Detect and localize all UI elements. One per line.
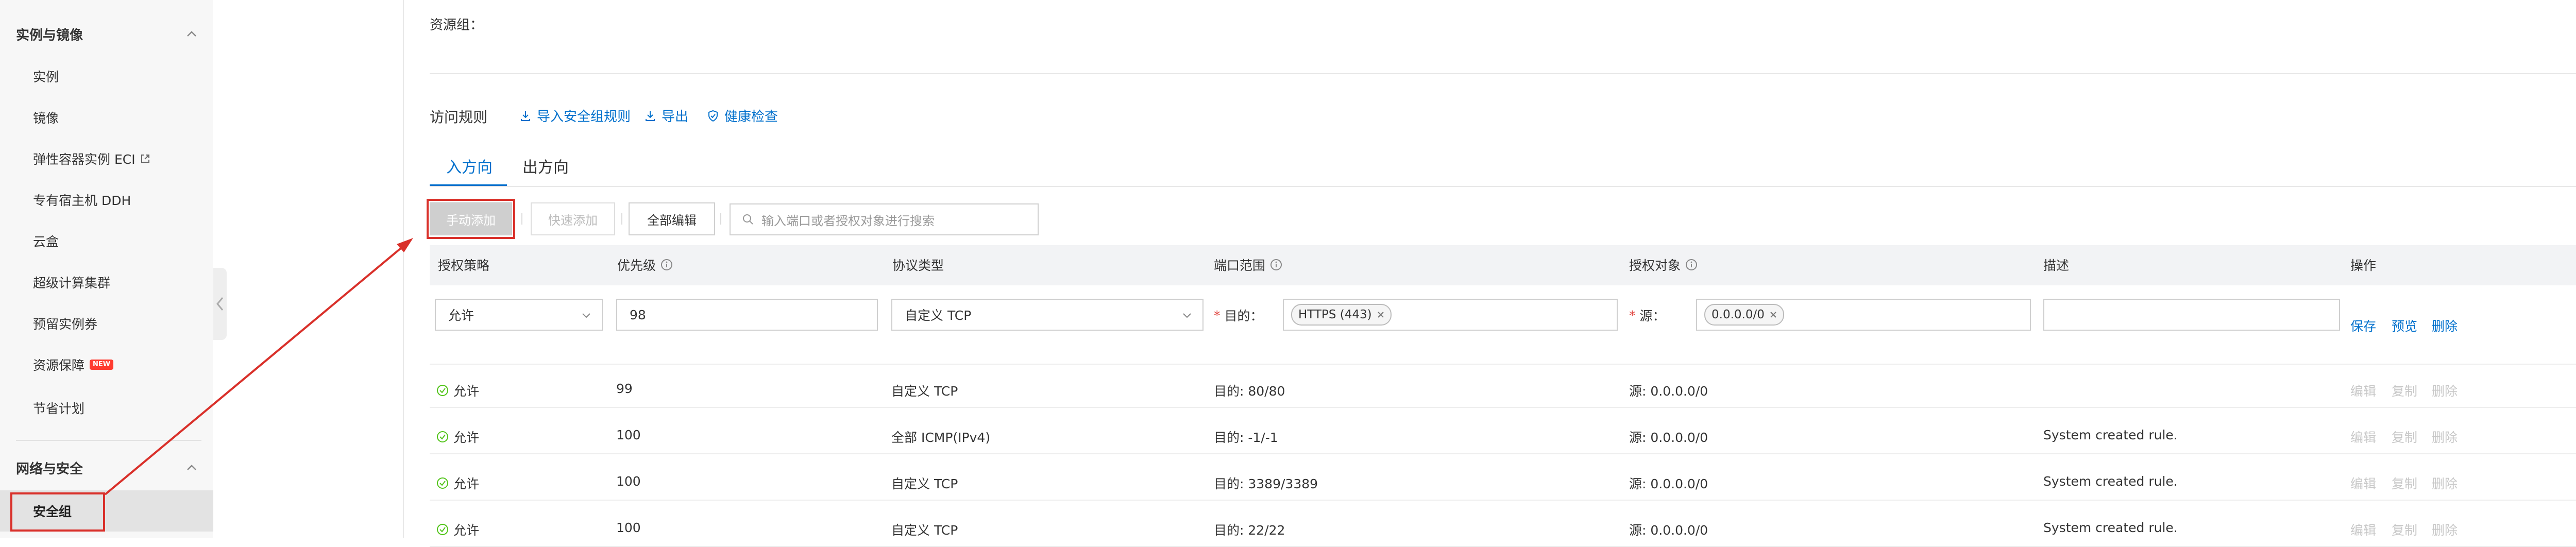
annotation-arrow bbox=[104, 238, 413, 495]
